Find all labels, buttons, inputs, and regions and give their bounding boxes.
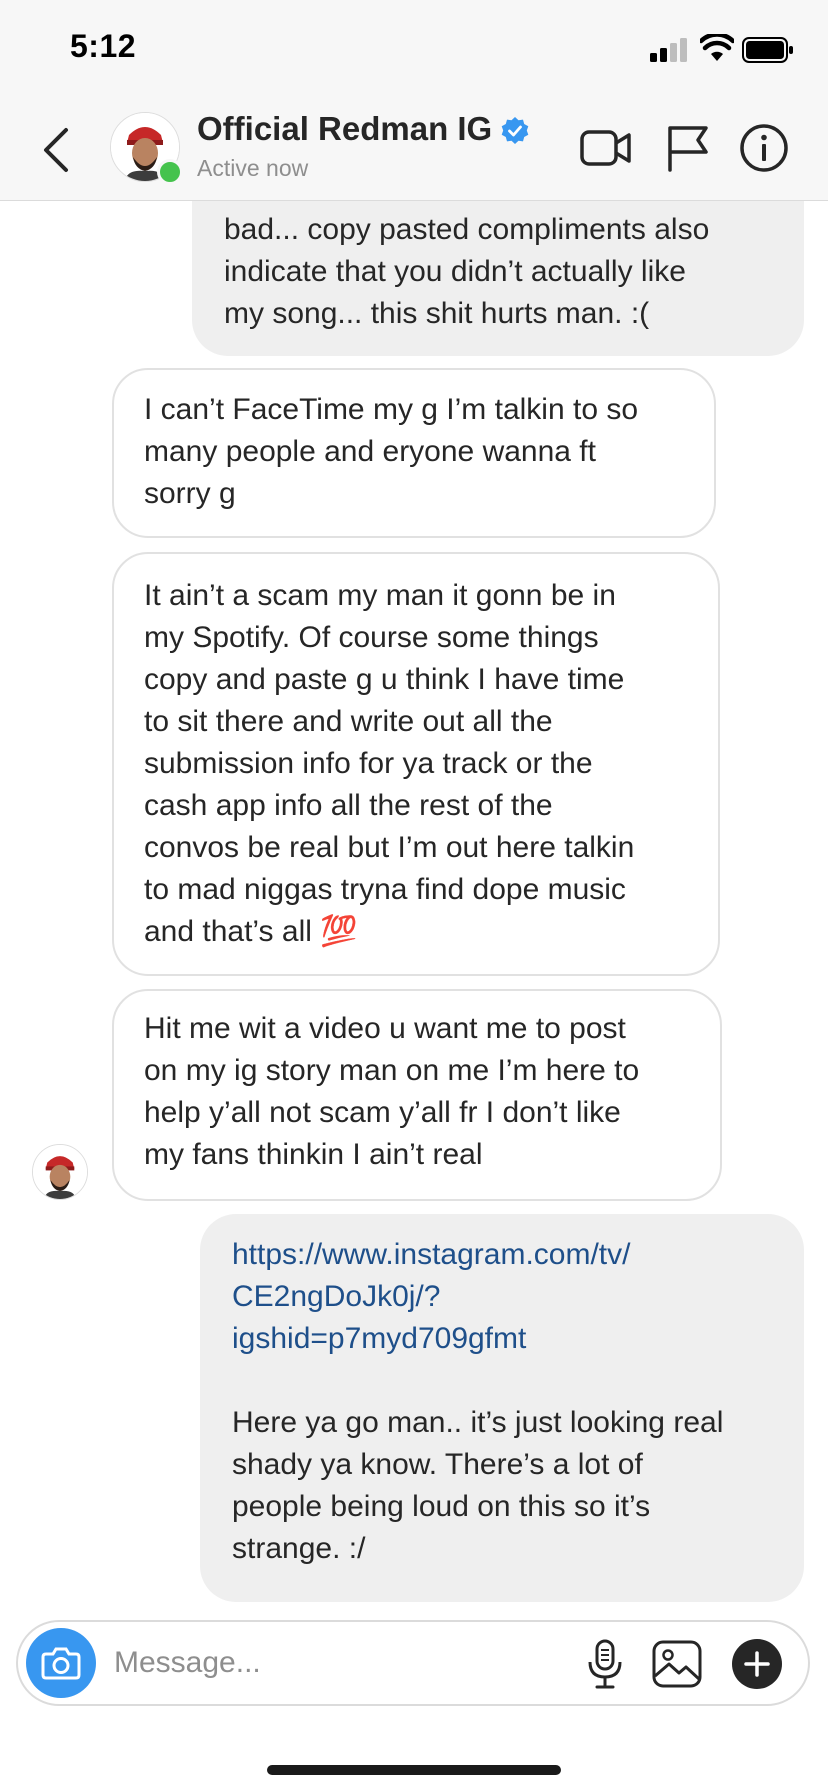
chat-header: Official Redman IG Active now (0, 100, 828, 201)
back-chevron-icon[interactable] (38, 126, 74, 174)
battery-icon (742, 37, 793, 63)
online-status-dot (157, 159, 183, 185)
plus-icon (744, 1651, 770, 1677)
status-time: 5:12 (70, 28, 137, 64)
verified-badge-icon (501, 117, 529, 144)
camera-button[interactable] (26, 1628, 96, 1698)
home-indicator (267, 1765, 561, 1775)
info-icon[interactable] (738, 122, 790, 174)
received-message[interactable]: Hit me wit a video u want me to post on … (112, 989, 722, 1201)
received-message[interactable]: I can’t FaceTime my g I’m talkin to so m… (112, 368, 716, 538)
status-bar: 5:12 (0, 0, 828, 100)
video-call-icon[interactable] (580, 122, 632, 174)
message-thread: bad... copy pasted compliments also indi… (0, 201, 828, 1610)
message-input[interactable]: Message... (114, 1646, 261, 1680)
sender-avatar[interactable] (32, 1144, 88, 1200)
camera-icon (41, 1647, 81, 1680)
sent-message[interactable]: https://www.instagram.com/tv/ CE2ngDoJk0… (200, 1214, 804, 1602)
sent-message[interactable]: bad... copy pasted compliments also indi… (192, 201, 804, 356)
microphone-icon[interactable] (582, 1638, 628, 1690)
gallery-icon[interactable] (652, 1640, 702, 1688)
message-composer: Message... (16, 1620, 810, 1706)
active-status-text: Active now (197, 155, 309, 181)
cellular-signal-icon (650, 38, 690, 62)
flag-icon[interactable] (662, 122, 714, 174)
shared-link[interactable]: https://www.instagram.com/tv/ CE2ngDoJk0… (232, 1234, 778, 1360)
plus-button[interactable] (732, 1639, 782, 1689)
received-message[interactable]: It ain’t a scam my man it gonn be in my … (112, 552, 720, 976)
wifi-icon (700, 34, 734, 61)
contact-name[interactable]: Official Redman IG (197, 110, 492, 148)
